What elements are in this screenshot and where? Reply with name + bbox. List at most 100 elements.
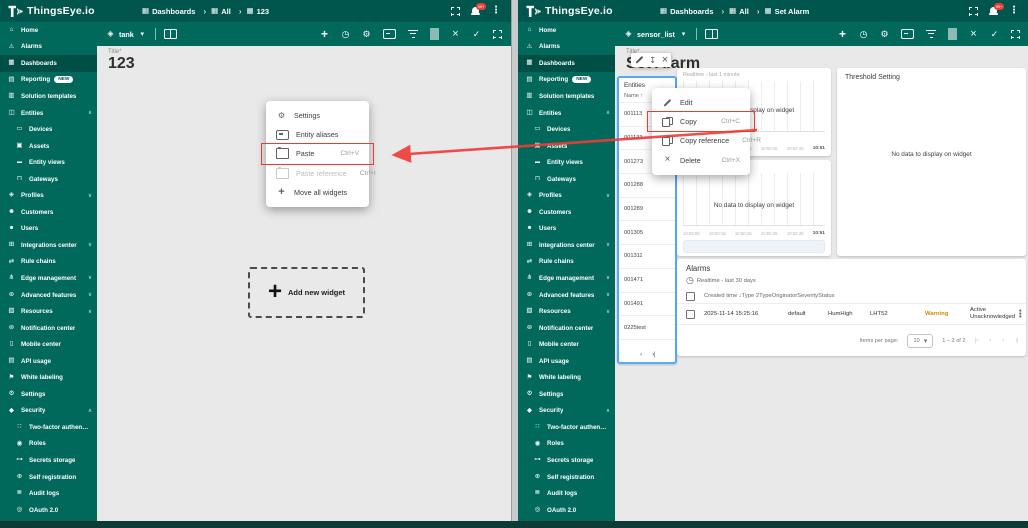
breadcrumb-item[interactable]: Set Alarm — [764, 7, 809, 16]
gear-icon[interactable] — [880, 30, 889, 39]
sidebar-item[interactable]: Users — [518, 221, 615, 238]
menu-item[interactable]: Delete Ctrl+X — [652, 151, 750, 170]
last-page-icon[interactable] — [652, 351, 654, 358]
entity-row[interactable]: 001311 — [619, 245, 675, 269]
next-page-icon[interactable] — [640, 351, 642, 358]
app-logo[interactable]: ThingsEye.io — [518, 5, 646, 18]
check-icon[interactable] — [990, 30, 999, 39]
sidebar-item[interactable]: Advanced features ∨ — [0, 287, 97, 304]
notifications-bell-icon[interactable]: 99+ — [989, 6, 998, 16]
breadcrumb-item[interactable]: All — [211, 7, 241, 16]
close-icon[interactable] — [969, 29, 978, 40]
app-logo[interactable]: ThingsEye.io — [0, 5, 128, 18]
items-per-page-select[interactable]: 10 — [907, 334, 933, 348]
sidebar-item[interactable]: Users — [0, 221, 97, 238]
notifications-bell-icon[interactable]: 99+ — [471, 6, 480, 16]
sidebar-item[interactable]: Two-factor authenticati... — [518, 419, 615, 436]
entity-row[interactable]: 001305 — [619, 221, 675, 245]
fullscreen-icon[interactable] — [451, 7, 460, 16]
layout-icon[interactable] — [164, 29, 177, 39]
fullscreen-icon[interactable] — [969, 7, 978, 16]
more-menu-icon[interactable] — [1009, 6, 1019, 16]
sidebar-item[interactable]: Entity views — [518, 154, 615, 171]
sidebar-item[interactable]: Entities ∧ — [518, 105, 615, 122]
last-page-icon[interactable] — [1015, 337, 1017, 344]
sidebar-item[interactable]: Reporting NEW — [0, 72, 97, 89]
menu-item[interactable]: Copy reference Ctrl+R — [652, 131, 750, 150]
menu-item[interactable]: Move all widgets — [266, 183, 369, 202]
fullscreen-icon[interactable] — [493, 30, 502, 39]
first-page-icon[interactable] — [975, 337, 979, 344]
sidebar-item[interactable]: Mobile center — [518, 336, 615, 353]
sidebar-item[interactable]: Alarms — [518, 39, 615, 56]
divider[interactable] — [430, 28, 439, 40]
sidebar-item[interactable]: Gateways — [0, 171, 97, 188]
filter-icon[interactable] — [408, 30, 418, 38]
sidebar-item[interactable]: Notification center — [518, 320, 615, 337]
row-checkbox[interactable] — [686, 310, 695, 319]
sidebar-item[interactable]: Assets — [518, 138, 615, 155]
gear-icon[interactable] — [362, 30, 371, 39]
sidebar-item[interactable]: OAuth 2.0 — [0, 502, 97, 519]
sidebar-item[interactable]: Self registration — [518, 469, 615, 486]
aliases-icon[interactable] — [383, 29, 396, 39]
sidebar-item[interactable]: OAuth 2.0 — [518, 502, 615, 519]
column-header[interactable]: Originator — [772, 293, 797, 299]
close-icon[interactable] — [451, 29, 460, 40]
sidebar-item[interactable]: Roles — [0, 436, 97, 453]
entity-row[interactable]: 001288 — [619, 174, 675, 198]
menu-item[interactable]: Edit — [652, 93, 750, 112]
add-new-widget-button[interactable]: + Add new widget — [248, 267, 365, 318]
sidebar-item[interactable]: Integrations center ∨ — [0, 237, 97, 254]
menu-item[interactable]: Copy Ctrl+C — [652, 112, 750, 131]
alias-selector[interactable]: tank — [106, 30, 147, 39]
sidebar-item[interactable]: White labeling — [0, 369, 97, 386]
sidebar-item[interactable]: Edge management ∨ — [0, 270, 97, 287]
sidebar-item[interactable]: Resources ∨ — [518, 303, 615, 320]
entity-row[interactable]: 001471 — [619, 269, 675, 293]
column-header[interactable]: Severity — [797, 293, 818, 299]
sidebar-item[interactable]: Security ∧ — [518, 403, 615, 420]
entity-row[interactable]: 001491 — [619, 293, 675, 317]
sidebar-item[interactable]: Profiles ∨ — [518, 187, 615, 204]
check-icon[interactable] — [472, 30, 481, 39]
sidebar-item[interactable]: Dashboards — [0, 55, 97, 72]
menu-item[interactable]: Settings — [266, 106, 369, 125]
sidebar-item[interactable]: Devices — [0, 121, 97, 138]
breadcrumb-item[interactable]: Dashboards — [660, 7, 724, 16]
sidebar-item[interactable]: Audit logs — [518, 485, 615, 502]
sidebar-item[interactable]: Rule chains — [0, 254, 97, 271]
sidebar-item[interactable]: Security ∧ — [0, 403, 97, 420]
next-page-icon[interactable] — [1002, 337, 1004, 344]
sidebar-item[interactable]: Assets — [0, 138, 97, 155]
layout-icon[interactable] — [705, 29, 718, 39]
sidebar-item[interactable]: Reporting NEW — [518, 72, 615, 89]
sidebar-item[interactable]: Audit logs — [0, 485, 97, 502]
sidebar-item[interactable]: Customers — [0, 204, 97, 221]
sidebar-item[interactable]: Resources ∨ — [0, 303, 97, 320]
clock-icon[interactable] — [859, 30, 868, 39]
column-header[interactable]: Status — [818, 293, 834, 299]
menu-item[interactable]: Paste reference Ctrl+I — [266, 164, 369, 183]
edit-widget-icon[interactable] — [634, 56, 644, 65]
fullscreen-icon[interactable] — [1011, 30, 1020, 39]
clock-icon[interactable] — [341, 30, 350, 39]
sidebar-item[interactable]: Entities ∧ — [0, 105, 97, 122]
sidebar-item[interactable]: Integrations center ∨ — [518, 237, 615, 254]
sidebar-item[interactable]: API usage — [518, 353, 615, 370]
sidebar-item[interactable]: Advanced features ∨ — [518, 287, 615, 304]
plus-icon[interactable] — [838, 28, 847, 40]
sidebar-item[interactable]: Two-factor authenticati... — [0, 419, 97, 436]
alias-selector[interactable]: sensor_list — [624, 30, 688, 39]
breadcrumb-item[interactable]: All — [729, 7, 759, 16]
dashboard-title[interactable]: 123 — [108, 55, 500, 73]
breadcrumb-item[interactable]: Dashboards — [142, 7, 206, 16]
column-header[interactable]: Type 2 — [742, 293, 759, 299]
sidebar-item[interactable]: Mobile center — [0, 336, 97, 353]
row-actions-icon[interactable] — [1015, 309, 1025, 320]
sidebar-item[interactable]: Secrets storage — [518, 452, 615, 469]
aliases-icon[interactable] — [901, 29, 914, 39]
sidebar-item[interactable]: Solution templates — [0, 88, 97, 105]
sidebar-item[interactable]: White labeling — [518, 369, 615, 386]
sidebar-item[interactable]: Home — [518, 22, 615, 39]
